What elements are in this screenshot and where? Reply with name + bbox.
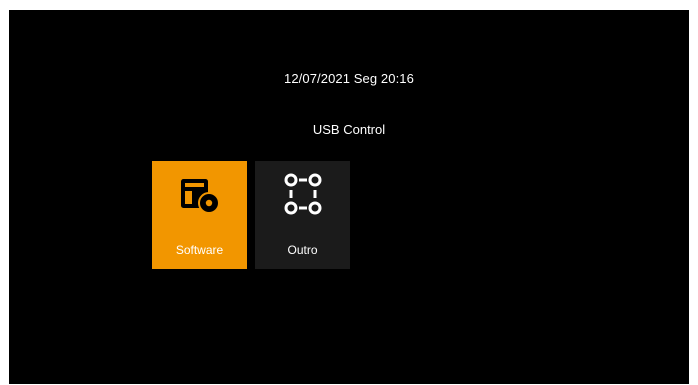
outro-label: Outro (287, 243, 318, 257)
software-label: Software (175, 243, 224, 257)
software-tile[interactable]: Software (152, 161, 247, 269)
software-disk-icon (181, 179, 220, 214)
outro-tile[interactable]: Outro (255, 161, 350, 269)
menu-title: USB Control (312, 122, 386, 137)
date-time: 12/07/2021 Seg 20:16 (284, 71, 414, 86)
network-nodes-icon (284, 173, 322, 215)
tv-screen: 12/07/2021 Seg 20:16 USB Control Softwar… (9, 10, 689, 384)
